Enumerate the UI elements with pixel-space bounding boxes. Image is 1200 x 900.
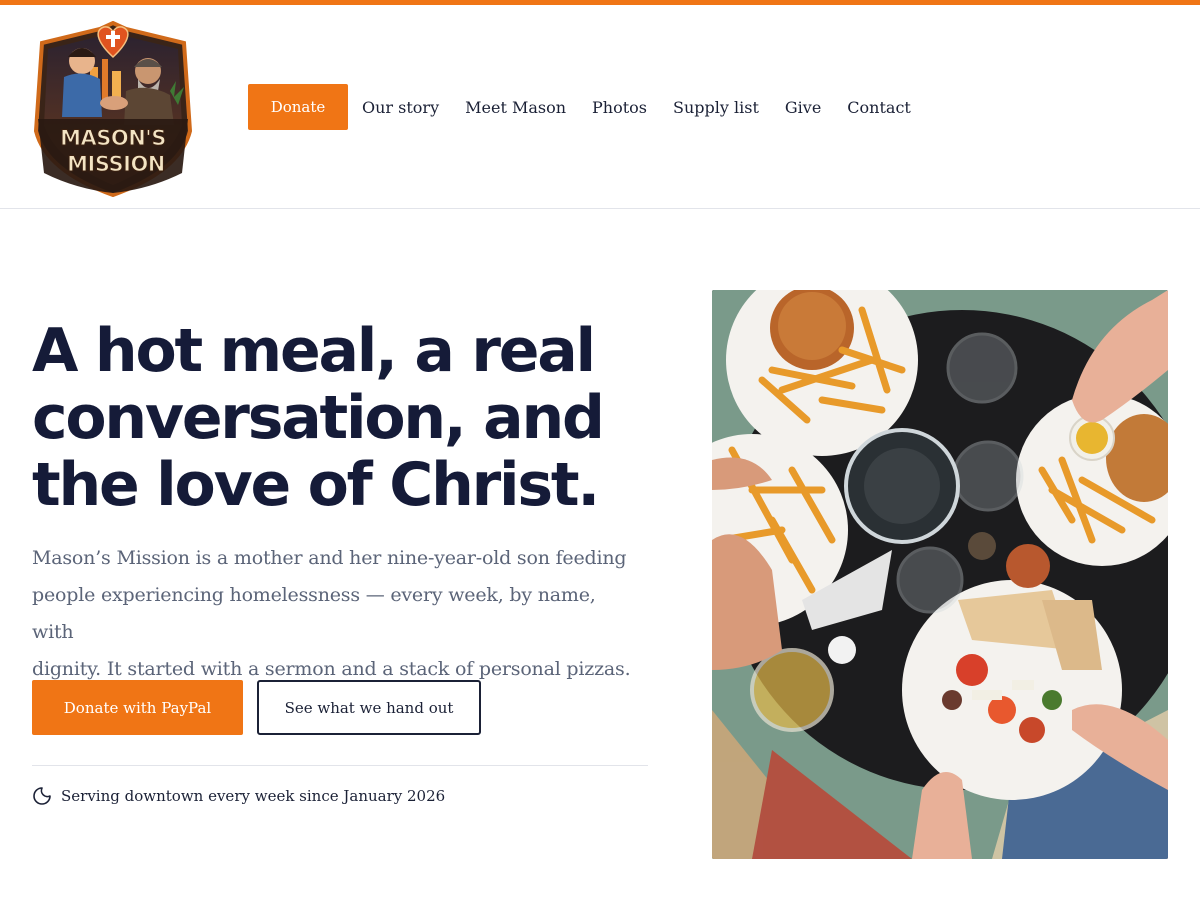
- site-header: MASON'S MISSION Donate Our story Meet Ma…: [0, 5, 1200, 209]
- hero-subtitle-line: people experiencing homelessness — every…: [32, 584, 596, 643]
- shared-meal-photo: [712, 290, 1168, 859]
- logo-line-2: MISSION: [67, 152, 165, 176]
- hero-title: A hot meal, a real conversation, and the…: [32, 318, 652, 519]
- hero-title-line: A hot meal, a real: [32, 316, 596, 386]
- hero-subtitle: Mason’s Mission is a mother and her nine…: [32, 540, 632, 688]
- moon-icon: [33, 787, 51, 805]
- nav-link-our-story[interactable]: Our story: [362, 98, 439, 117]
- nav-link-give[interactable]: Give: [785, 98, 821, 117]
- hero-title-line: conversation, and: [32, 383, 605, 453]
- donate-with-paypal-button[interactable]: Donate with PayPal: [32, 680, 243, 735]
- hero-title-line: the love of Christ.: [32, 450, 600, 520]
- masons-mission-logo[interactable]: MASON'S MISSION: [30, 21, 196, 197]
- logo-line-1: MASON'S: [60, 126, 166, 150]
- main-nav: Donate Our story Meet Mason Photos Suppl…: [248, 84, 937, 130]
- nav-link-photos[interactable]: Photos: [592, 98, 647, 117]
- nav-link-meet-mason[interactable]: Meet Mason: [465, 98, 566, 117]
- nav-link-supply-list[interactable]: Supply list: [673, 98, 759, 117]
- hero-subtitle-line: Mason’s Mission is a mother and her nine…: [32, 547, 627, 569]
- nav-link-contact[interactable]: Contact: [847, 98, 911, 117]
- see-what-we-hand-out-button[interactable]: See what we hand out: [257, 680, 481, 735]
- serving-note: Serving downtown every week since Januar…: [32, 786, 445, 806]
- hero-divider: [32, 765, 648, 766]
- serving-text: Serving downtown every week since Januar…: [61, 787, 446, 805]
- nav-donate-button[interactable]: Donate: [248, 84, 348, 130]
